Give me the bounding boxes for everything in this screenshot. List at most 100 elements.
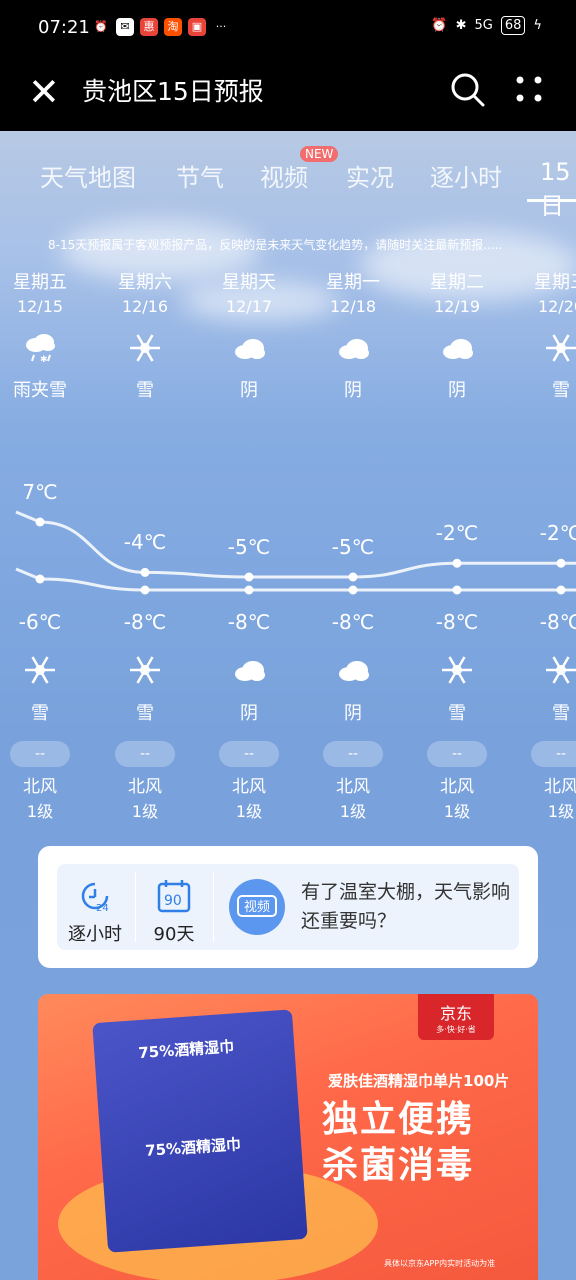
date: 12/17 (225, 297, 273, 316)
snowflake-icon (22, 652, 58, 688)
active-tab-indicator (527, 199, 576, 202)
svg-text:✱: ✱ (40, 355, 48, 365)
product-image: 75%酒精湿巾 75%酒精湿巾 (92, 1009, 308, 1253)
weekday: 星期六 (118, 272, 172, 293)
aqi-badge: -- (115, 741, 175, 767)
tab-live[interactable]: 实况 (346, 158, 394, 193)
ad-footnote: 具体以京东APP内实时活动为准 (384, 1259, 496, 1268)
high-temp-point (348, 572, 358, 582)
hourly-label: 逐小时 (68, 924, 122, 945)
signal-icon: 5G (474, 18, 493, 33)
calendar-icon: 90 (157, 880, 191, 913)
snowflake-icon (543, 330, 576, 366)
wind-level: 1级 (26, 802, 54, 821)
90day-button[interactable]: 90 90天 (136, 864, 212, 950)
aqi-badge: -- (219, 741, 279, 767)
tab-video[interactable]: 视频 (260, 158, 308, 193)
tab-15day[interactable]: 15日 (540, 158, 576, 221)
cloud-icon (335, 330, 371, 366)
night-condition: 雪 (552, 703, 570, 724)
wind-direction: 北风 (232, 777, 266, 797)
weekday: 星期三 (534, 272, 576, 293)
snowflake-icon (127, 652, 163, 688)
day-condition: 雨夹雪 (13, 380, 67, 401)
top-bar: ✕ 贵池区15日预报 (0, 56, 576, 131)
tab-weather-map[interactable]: 天气地图 (40, 158, 136, 193)
high-temp: -2℃ (435, 521, 479, 546)
sleet-icon: ✱ (22, 330, 58, 366)
low-temp: -8℃ (331, 610, 375, 634)
date: 12/15 (16, 297, 64, 316)
low-temp-point (556, 585, 566, 595)
close-icon[interactable]: ✕ (28, 72, 60, 112)
hourly-button[interactable]: 24 逐小时 (57, 864, 133, 950)
wind-direction: 北风 (336, 777, 370, 797)
status-right: ⏰ ✱ 5G 68 ϟ (431, 16, 542, 35)
day-condition: 雪 (136, 380, 154, 401)
mail-icon: ✉ (116, 18, 134, 36)
aqi-badge: -- (323, 741, 383, 767)
more-icon: ··· (215, 20, 227, 33)
weekday: 星期二 (430, 272, 484, 293)
svg-text:90: 90 (164, 893, 182, 909)
wind-direction: 北风 (128, 777, 162, 797)
jd-logo: 京东 多·快·好·省 (418, 994, 494, 1040)
notification-icons: ⏰ ✉ 惠 淘 ▣ ··· (92, 18, 230, 36)
quick-links: 24 逐小时 90 90天 视频 有了温室大棚，天气影响还重要吗？ (57, 864, 519, 950)
low-temp-point (244, 585, 254, 595)
cloud-icon (439, 330, 475, 366)
alarm-icon: ⏰ (431, 18, 448, 33)
tab-bar: 天气地图 节气 视频 实况 逐小时 15日 (0, 140, 576, 220)
low-temp: -8℃ (435, 610, 479, 634)
ad-banner[interactable]: 75%酒精湿巾 75%酒精湿巾 京东 多·快·好·省 爱肤佳酒精湿巾单片100片… (38, 994, 538, 1280)
high-temp-point (35, 517, 45, 527)
low-temp: -8℃ (227, 610, 271, 634)
search-icon[interactable] (448, 70, 488, 110)
date: 12/20 (537, 297, 576, 316)
more-icon[interactable] (514, 74, 544, 104)
wind-level: 1级 (547, 802, 575, 821)
app-icon: ▣ (188, 18, 206, 36)
night-condition: 雪 (136, 703, 154, 724)
taobao-icon: 淘 (164, 18, 182, 36)
svg-text:24: 24 (96, 903, 109, 914)
day-condition: 阴 (344, 380, 362, 401)
aqi-badge: -- (531, 741, 576, 767)
90day-label: 90天 (153, 924, 195, 945)
forecast-note: 8-15天预报属于客观预报产品，反映的是未来天气变化趋势，请随时关注最新预报..… (48, 238, 503, 252)
wind-direction: 北风 (440, 777, 474, 797)
high-temp-point (452, 558, 462, 568)
ad-subtitle: 爱肤佳酒精湿巾单片100片 (328, 1072, 510, 1090)
high-temp: -4℃ (123, 530, 167, 555)
snowflake-icon (127, 330, 163, 366)
new-badge: NEW (300, 146, 339, 162)
status-bar: 07:21 ⏰ ✉ 惠 淘 ▣ ··· ⏰ ✱ 5G 68 ϟ (0, 0, 576, 56)
low-temp: -8℃ (123, 610, 167, 634)
night-condition: 阴 (344, 703, 362, 724)
tab-hourly[interactable]: 逐小时 (430, 158, 502, 193)
high-temp-point (556, 558, 566, 568)
clock-icon: 24 (81, 882, 109, 914)
video-icon[interactable]: 视频 (229, 879, 285, 935)
night-condition: 雪 (448, 703, 466, 724)
news-headline[interactable]: 有了温室大棚，天气影响还重要吗？ (301, 878, 511, 936)
page-title: 贵池区15日预报 (82, 77, 264, 106)
low-temp-point (35, 574, 45, 584)
alarm-icon: ⏰ (94, 20, 108, 33)
date: 12/18 (329, 297, 377, 316)
high-temp: -2℃ (539, 521, 576, 546)
tab-solar-terms[interactable]: 节气 (176, 158, 224, 193)
weekday: 星期五 (13, 272, 67, 293)
high-temp-point (244, 572, 254, 582)
day-condition: 阴 (448, 380, 466, 401)
night-condition: 阴 (240, 703, 258, 724)
date: 12/19 (433, 297, 481, 316)
wind-level: 1级 (131, 802, 159, 821)
high-temp-point (140, 567, 150, 577)
weekday: 星期一 (326, 272, 380, 293)
weekday: 星期天 (222, 272, 276, 293)
cloud-icon (335, 652, 371, 688)
app-icon: 惠 (140, 18, 158, 36)
aqi-badge: -- (427, 741, 487, 767)
status-time: 07:21 (38, 17, 90, 38)
